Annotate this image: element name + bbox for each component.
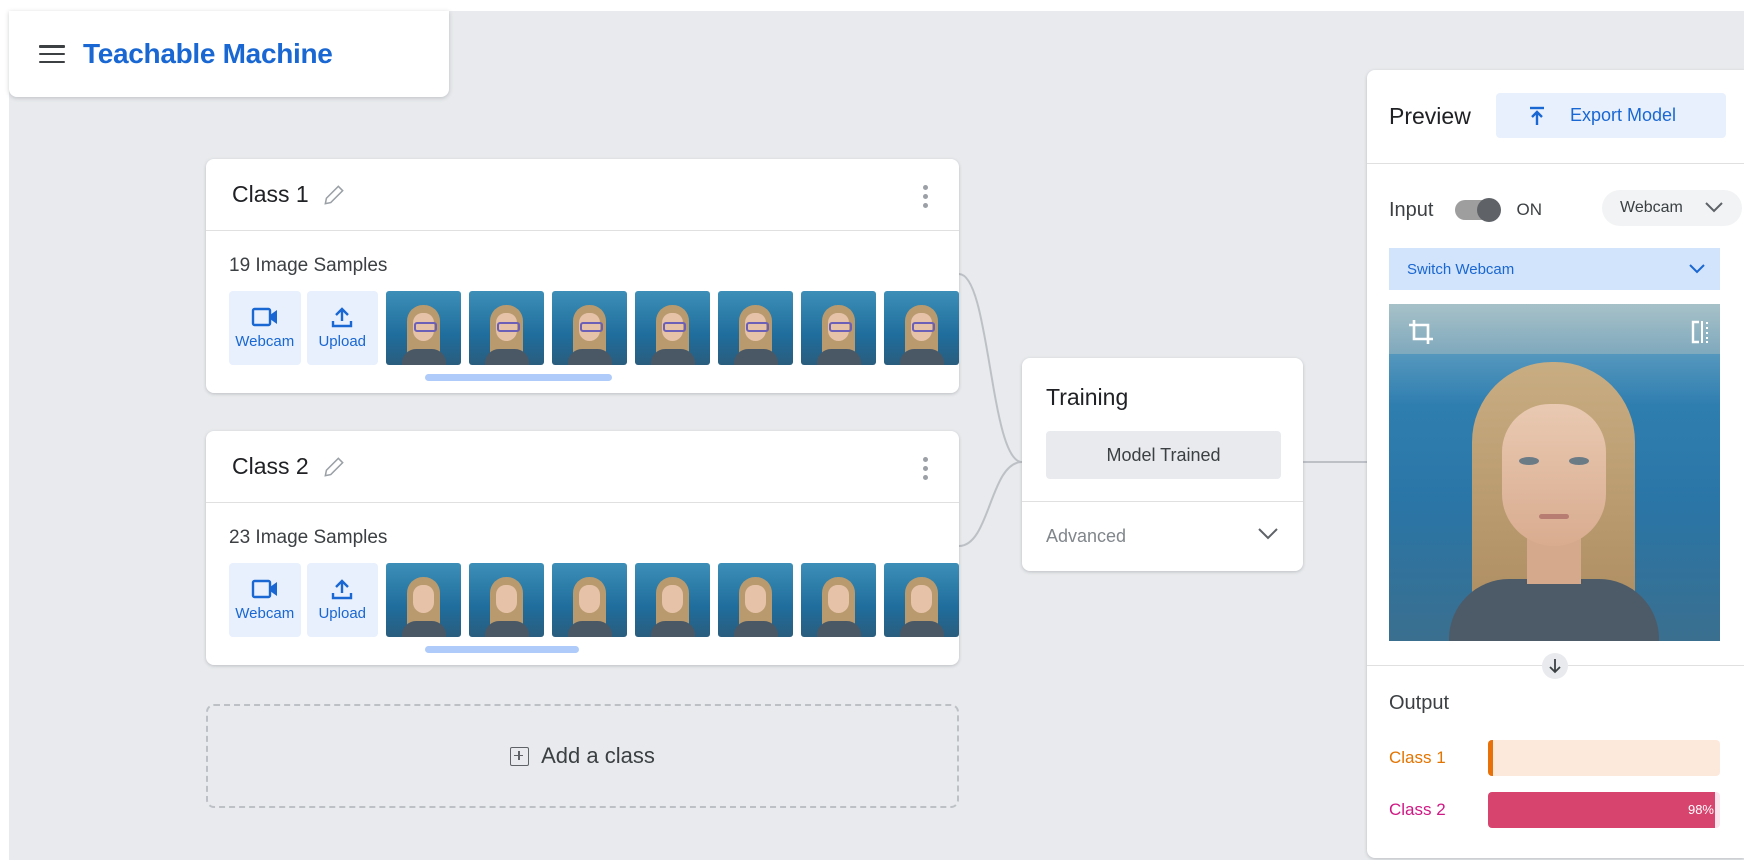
sample-count: 23 Image Samples — [229, 527, 388, 548]
export-model-button[interactable]: Export Model — [1496, 93, 1726, 138]
upload-icon — [332, 307, 353, 328]
class-name[interactable]: Class 1 — [232, 181, 309, 208]
sample-thumbnail[interactable] — [718, 291, 793, 365]
sample-thumbnail[interactable] — [469, 291, 544, 365]
model-trained-button[interactable]: Model Trained — [1046, 431, 1281, 479]
webcam-button[interactable]: Webcam — [229, 563, 301, 637]
class-card-2: Class 2 23 Image Samples Webcam Upload — [206, 431, 959, 665]
sample-thumbnail[interactable] — [635, 563, 710, 637]
switch-webcam-label: Switch Webcam — [1407, 260, 1515, 278]
sample-thumbnail[interactable] — [552, 291, 627, 365]
input-label: Input — [1389, 198, 1434, 221]
sample-scrollbar[interactable] — [425, 646, 579, 653]
confidence-percent: 98% — [1687, 802, 1714, 817]
input-toggle[interactable] — [1455, 198, 1502, 222]
videocam-icon — [251, 307, 277, 327]
output-row-class-2: Class 2 98% — [1389, 792, 1720, 828]
upload-button-label: Upload — [318, 605, 367, 622]
input-source-value: Webcam — [1620, 199, 1683, 216]
webcam-button[interactable]: Webcam — [229, 291, 301, 365]
upload-button[interactable]: Upload — [306, 291, 378, 365]
class-name[interactable]: Class 2 — [232, 453, 309, 480]
switch-webcam-select[interactable]: Switch Webcam — [1389, 248, 1720, 290]
sample-thumbnail[interactable] — [552, 563, 627, 637]
add-box-icon — [510, 746, 530, 766]
class-card-header: Class 1 — [206, 159, 959, 231]
sample-thumbnail[interactable] — [884, 291, 959, 365]
class-card-1: Class 1 19 Image Samples Webcam Upload — [206, 159, 959, 393]
output-row-class-1: Class 1 — [1389, 740, 1720, 776]
menu-icon[interactable] — [39, 45, 65, 63]
sample-count: 19 Image Samples — [229, 255, 388, 276]
webcam-button-label: Webcam — [235, 605, 295, 622]
webcam-feed — [1389, 304, 1720, 641]
confidence-bar: 98% — [1488, 792, 1720, 828]
class-card-header: Class 2 — [206, 431, 959, 503]
app-title[interactable]: Teachable Machine — [83, 38, 333, 70]
sample-thumbnail[interactable] — [801, 563, 876, 637]
upload-button[interactable]: Upload — [306, 563, 378, 637]
preview-title: Preview — [1389, 103, 1471, 129]
webcam-button-label: Webcam — [235, 333, 295, 350]
chevron-down-icon — [1705, 202, 1723, 213]
confidence-fill — [1488, 792, 1716, 828]
more-vert-icon[interactable] — [923, 457, 929, 480]
confidence-fill — [1488, 740, 1493, 776]
sample-thumbnail[interactable] — [386, 563, 461, 637]
chevron-down-icon — [1258, 528, 1278, 540]
sample-thumbnail[interactable] — [884, 563, 959, 637]
sample-scrollbar[interactable] — [425, 374, 612, 381]
sample-thumbnail[interactable] — [635, 291, 710, 365]
flip-icon[interactable] — [1690, 320, 1714, 344]
arrow-down-icon — [1542, 653, 1568, 679]
sample-thumbnail[interactable] — [801, 291, 876, 365]
pencil-icon[interactable] — [321, 454, 347, 480]
sample-thumbnail[interactable] — [386, 291, 461, 365]
preview-header: Preview Export Model — [1367, 70, 1744, 164]
training-title: Training — [1046, 384, 1129, 410]
sample-row[interactable]: Webcam Upload — [229, 291, 959, 365]
toggle-state-label: ON — [1516, 200, 1542, 219]
upload-icon — [332, 579, 353, 600]
chevron-down-icon — [1689, 264, 1705, 274]
input-row: Input ON Webcam — [1389, 190, 1744, 230]
upload-button-label: Upload — [318, 333, 367, 350]
crop-icon[interactable] — [1407, 318, 1435, 346]
add-class-button[interactable]: Add a class — [206, 704, 959, 808]
preview-panel: Preview Export Model Input ON Webcam Swi… — [1367, 70, 1744, 858]
export-icon — [1530, 106, 1544, 125]
app-header: Teachable Machine — [9, 11, 449, 97]
pencil-icon[interactable] — [321, 182, 347, 208]
sample-thumbnail[interactable] — [469, 563, 544, 637]
advanced-toggle[interactable]: Advanced — [1022, 501, 1303, 571]
advanced-label: Advanced — [1046, 526, 1127, 546]
export-model-label: Export Model — [1570, 105, 1677, 125]
add-class-label: Add a class — [541, 743, 655, 768]
sample-thumbnail[interactable] — [718, 563, 793, 637]
input-source-select[interactable]: Webcam — [1602, 190, 1742, 226]
output-label: Output — [1389, 692, 1450, 714]
output-class-name: Class 1 — [1389, 748, 1446, 767]
sample-row[interactable]: Webcam Upload — [229, 563, 959, 637]
confidence-bar — [1488, 740, 1720, 776]
videocam-icon — [251, 579, 277, 599]
training-panel: Training Model Trained Advanced — [1022, 358, 1303, 571]
output-class-name: Class 2 — [1389, 800, 1446, 819]
more-vert-icon[interactable] — [923, 185, 929, 208]
